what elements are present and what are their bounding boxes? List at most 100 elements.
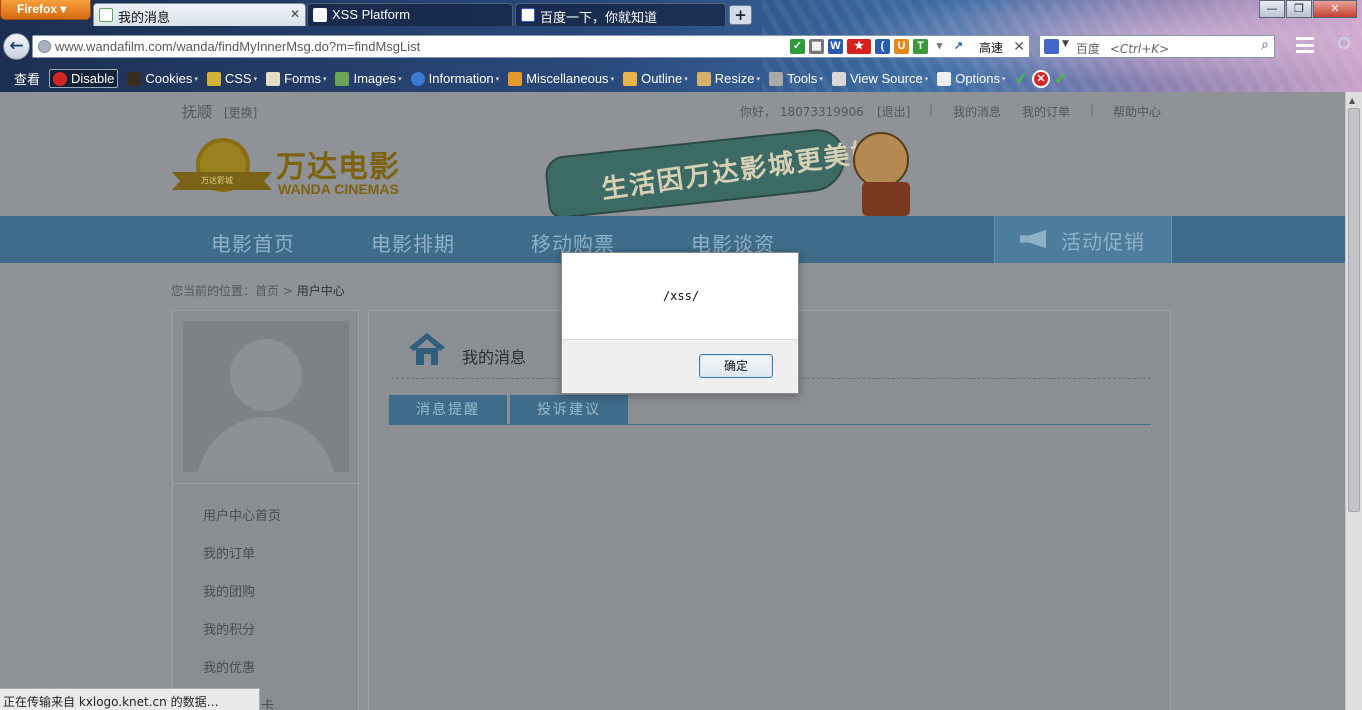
avatar [183,321,349,472]
u-shield-icon[interactable]: U [894,39,909,54]
sidebar-item-points[interactable]: 我的积分 [203,619,255,638]
magnifier-icon[interactable] [1338,37,1350,49]
engine-dropdown-icon[interactable]: ▼ [1062,39,1069,49]
baidu-engine-icon[interactable] [1044,39,1059,54]
greeting-text: 你好， 18073319906 [740,105,864,119]
info-icon [410,71,425,86]
toolbar-item-css[interactable]: CSS ▾ [206,71,257,86]
tab-title: 百度一下，你就知道 [540,10,658,25]
toolbar-item-forms[interactable]: Forms ▾ [266,71,326,86]
globe-icon [38,40,51,53]
new-tab-button[interactable]: + [729,5,752,25]
vertical-scrollbar[interactable]: ▲ [1345,92,1362,710]
sidebar-item-orders[interactable]: 我的订单 [203,543,255,562]
search-engine-name: 百度 [1076,42,1101,56]
wanda-logo[interactable]: 万达影城 万达电影 WANDA CINEMAS [172,132,417,202]
breadcrumb-prefix[interactable]: 您当前的位置：首页 > [171,284,297,298]
web-developer-toolbar: 查看 Disable Cookies ▾ CSS ▾ Forms ▾ Images ▾ … [0,66,1100,91]
sidebar-item-card[interactable]: 卡 [261,695,274,710]
misc-icon [508,71,523,86]
dialog-footer: 确定 [562,339,798,393]
top-info-bar: 抚顺 [更换] 你好， 18073319906 [退出] | 我的消息 我的订单… [0,92,1345,128]
avatar-head-icon [230,339,302,411]
tab-title: XSS Platform [332,7,411,22]
help-center-link[interactable]: 帮助中心 [1113,103,1161,120]
validation-status: ✓ ✕ ✓ [1015,69,1067,89]
logout-link[interactable]: [退出] [877,103,910,120]
nav-item-home[interactable]: 电影首页 [211,228,295,257]
tab-notifications[interactable]: 消息提醒 [389,395,507,425]
breadcrumb: 您当前的位置：首页 > 用户中心 [171,282,345,299]
firefox-menu-button[interactable]: Firefox ▾ [0,0,91,20]
shield-icon[interactable]: ✓ [790,39,805,54]
mascot-face-icon [853,132,909,188]
my-messages-link[interactable]: 我的消息 [953,103,1001,120]
minimize-button[interactable]: — [1259,0,1285,18]
dropdown-arrow-icon[interactable]: ▾ [932,39,947,54]
navigation-bar: ← www.wandafilm.com/wanda/findMyInnerMsg… [0,30,1362,62]
toolbar-item-tools[interactable]: Tools ▾ [769,71,823,86]
search-placeholder: <Ctrl+K> [1109,42,1170,56]
url-bar[interactable]: www.wandafilm.com/wanda/findMyInnerMsg.d… [32,35,1030,58]
speed-label[interactable]: 高速 [979,39,1003,56]
logo-chinese-text: 万达电影 [276,150,400,185]
disable-icon [53,71,68,86]
restore-button[interactable]: ❐ [1286,0,1312,18]
avatar-body-icon [197,417,335,472]
toolbar-item-cookies[interactable]: Cookies ▾ [127,71,198,86]
check-icon[interactable]: ✓ [1054,69,1067,89]
my-orders-link[interactable]: 我的订单 [1022,103,1070,120]
options-icon [937,71,952,86]
speed-icon[interactable]: ↗ [951,39,966,54]
logo-english-text: WANDA CINEMAS [278,181,399,197]
toolbar-item-view-source[interactable]: View Source ▾ [831,71,928,86]
url-text: www.wandafilm.com/wanda/findMyInnerMsg.d… [55,39,421,54]
toolbar-item-miscellaneous[interactable]: Miscellaneous ▾ [508,71,614,86]
change-city-link[interactable]: [更换] [224,104,257,121]
tab-complaints[interactable]: 投诉建议 [510,395,628,425]
page-title: 我的消息 [462,348,527,367]
baidu-favicon-icon [521,8,535,22]
skull-favicon-icon [313,8,327,22]
alert-dialog: /xss/ 确定 [561,252,799,394]
toolbar-item-information[interactable]: Information ▾ [410,71,499,86]
sidebar-item-group-buy[interactable]: 我的团购 [203,581,255,600]
message-tabs: 消息提醒 投诉建议 [389,395,1151,425]
sidebar-item-coupons[interactable]: 我的优惠 [203,657,255,676]
toolbar-item-resize[interactable]: Resize ▾ [696,71,760,86]
check-icon[interactable]: ✓ [1015,69,1028,89]
search-icon[interactable]: ⌕ [1261,37,1269,53]
qr-code-icon[interactable]: ▦ [809,39,824,54]
scroll-up-icon[interactable]: ▲ [1349,96,1355,105]
toolbar-item-images[interactable]: Images ▾ [335,71,402,86]
tab-xss-platform[interactable]: XSS Platform [307,3,513,26]
divider: | [929,102,934,116]
crescent-icon[interactable]: ( [875,39,890,54]
error-icon[interactable]: ✕ [1031,69,1050,88]
t-icon[interactable]: T [913,39,928,54]
scroll-thumb[interactable] [1348,108,1360,512]
star-icon [2,72,10,86]
nav-item-schedule[interactable]: 电影排期 [371,228,455,257]
toolbar-item-outline[interactable]: Outline ▾ [623,71,688,86]
toolbar-item-options[interactable]: Options ▾ [937,71,1006,86]
hamburger-menu-icon[interactable] [1296,37,1314,53]
close-tab-icon[interactable]: ✕ [290,7,300,21]
toolbar-item-disable[interactable]: Disable [49,69,119,88]
tab-my-messages[interactable]: 我的消息 ✕ [93,3,306,26]
home-icon [409,333,445,365]
close-window-button[interactable]: ✕ [1313,0,1357,18]
search-box[interactable]: ▼ 百度 <Ctrl+K> ⌕ [1039,35,1275,58]
divider [173,483,358,484]
nav-item-promotions[interactable]: 活动促销 [994,216,1172,263]
tools-icon [769,71,784,86]
back-arrow-icon[interactable]: ← [3,33,30,60]
toolbar-item-view[interactable]: 查看 [2,69,40,88]
china-flag-icon[interactable]: ★ [847,39,871,54]
ok-button[interactable]: 确定 [699,354,773,378]
mascot-chair-icon [862,182,910,216]
tab-baidu[interactable]: 百度一下，你就知道 [515,3,726,26]
word-icon[interactable]: W [828,39,843,54]
clear-url-icon[interactable]: ✕ [1013,38,1025,55]
sidebar-item-user-center[interactable]: 用户中心首页 [203,505,281,524]
